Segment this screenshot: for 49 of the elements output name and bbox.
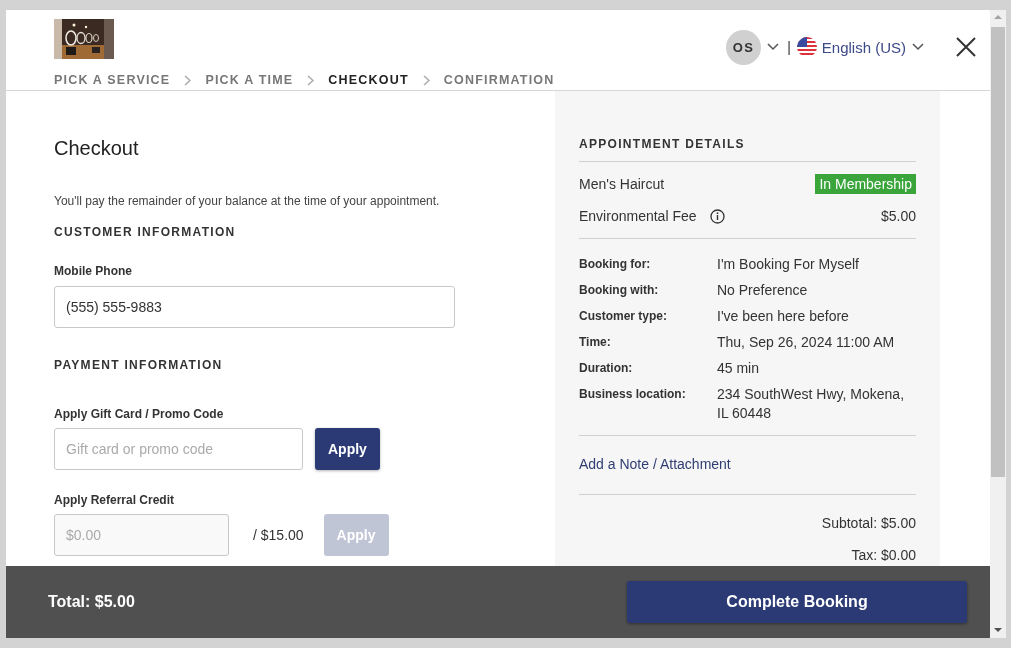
chevron-down-icon[interactable] xyxy=(912,43,924,51)
section-heading: PAYMENT INFORMATION xyxy=(54,358,224,372)
scrollbar[interactable] xyxy=(990,10,1006,638)
promo-code-field[interactable]: Gift card or promo code xyxy=(54,428,303,470)
detail-label: Duration: xyxy=(579,360,634,377)
close-icon[interactable] xyxy=(956,37,976,57)
detail-label: Customer type: xyxy=(579,308,668,325)
field-label: Apply Gift Card / Promo Code xyxy=(54,407,225,421)
field-label: Apply Referral Credit xyxy=(54,493,176,507)
phone-field[interactable]: (555) 555-9883 xyxy=(54,286,455,328)
apply-button[interactable]: Apply xyxy=(315,428,380,470)
membership-badge: In Membership xyxy=(815,174,916,194)
subtotal: Subtotal: $5.00 xyxy=(820,515,916,531)
total-amount: Total: $5.00 xyxy=(48,593,135,611)
service-name: Men's Haircut xyxy=(579,176,665,192)
detail-value: 45 min xyxy=(717,359,761,378)
chevron-down-icon[interactable] xyxy=(767,43,780,51)
credit-limit: / $15.00 xyxy=(253,527,304,543)
detail-value: 234 SouthWest Hwy, Mokena, IL 60448 xyxy=(717,385,906,423)
detail-label: Booking for: xyxy=(579,256,652,273)
chevron-right-icon xyxy=(422,74,430,86)
page-title: Checkout xyxy=(54,137,140,160)
separator: | xyxy=(787,39,791,55)
detail-value: I've been here before xyxy=(717,307,850,326)
tax: Tax: $0.00 xyxy=(850,547,916,563)
step-tab[interactable]: PICK A TIME xyxy=(205,73,294,87)
service-price: $5.00 xyxy=(880,208,916,224)
detail-value: No Preference xyxy=(717,281,809,300)
detail-value: I'm Booking For Myself xyxy=(717,255,860,274)
language-selector[interactable]: English (US) xyxy=(821,38,906,56)
payment-note: You'll pay the remainder of your balance at the time of your appointment. xyxy=(54,194,441,208)
add-note-link[interactable]: Add a Note / Attachment xyxy=(579,436,916,495)
account-avatar[interactable]: OS xyxy=(726,29,762,65)
chevron-right-icon xyxy=(307,74,315,86)
section-heading: APPOINTMENT DETAILS xyxy=(579,137,916,162)
step-tab[interactable]: CONFIRMATION xyxy=(443,73,555,87)
section-heading: CUSTOMER INFORMATION xyxy=(54,225,237,239)
service-name: Environmental Fee xyxy=(579,208,697,224)
detail-label: Business location: xyxy=(579,386,687,403)
step-tab[interactable]: CHECKOUT xyxy=(328,73,409,87)
step-tab[interactable]: PICK A SERVICE xyxy=(54,73,171,87)
detail-label: Time: xyxy=(579,334,612,351)
info-icon[interactable] xyxy=(709,208,725,224)
complete-booking-button[interactable]: Complete Booking xyxy=(627,581,967,623)
field-label: Mobile Phone xyxy=(54,264,133,278)
chevron-right-icon xyxy=(184,74,192,86)
detail-label: Booking with: xyxy=(579,282,660,299)
detail-value: Thu, Sep 26, 2024 11:00 AM xyxy=(717,333,896,352)
flag-icon xyxy=(796,37,817,57)
